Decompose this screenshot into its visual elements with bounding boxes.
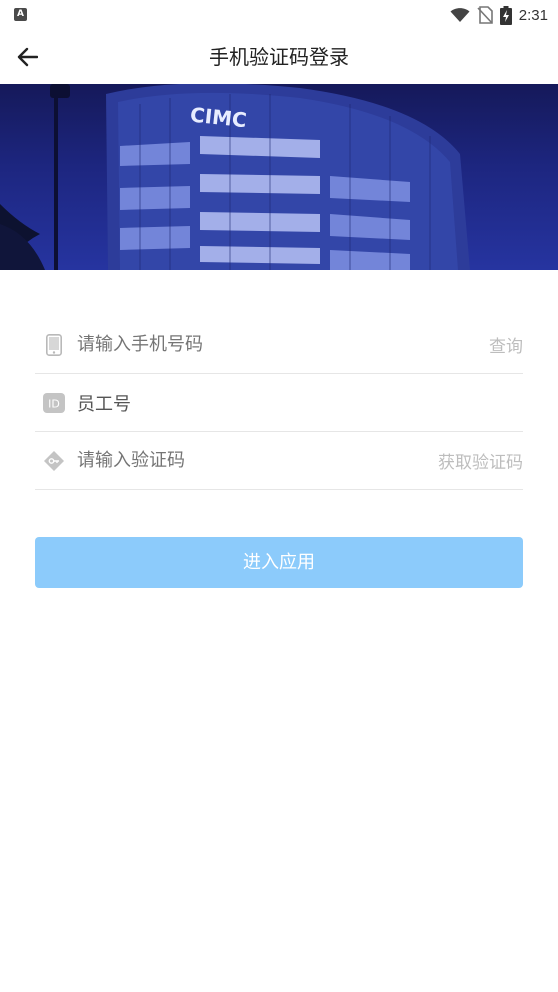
back-button[interactable] — [10, 40, 44, 74]
employee-id-field[interactable]: 员工号 — [77, 390, 523, 416]
page-title: 手机验证码登录 — [209, 45, 349, 69]
status-time: 2:31 — [518, 6, 548, 24]
arrow-left-icon — [17, 47, 38, 67]
phone-icon — [43, 333, 65, 356]
enter-app-button[interactable]: 进入应用 — [35, 537, 523, 588]
notification-icon: A — [14, 8, 27, 21]
id-badge-icon: ID — [43, 392, 65, 414]
query-button[interactable]: 查询 — [489, 332, 523, 357]
wifi-icon — [450, 8, 470, 22]
login-form: 查询 ID 员工号 获取验证码 — [35, 316, 523, 490]
code-input[interactable] — [77, 450, 438, 471]
phone-row: 查询 — [35, 316, 523, 374]
title-bar: 手机验证码登录 — [0, 30, 558, 84]
svg-text:ID: ID — [48, 397, 60, 410]
employee-id-row: ID 员工号 — [35, 374, 523, 432]
battery-charging-icon — [499, 5, 512, 25]
get-code-button[interactable]: 获取验证码 — [438, 448, 523, 473]
code-row: 获取验证码 — [35, 432, 523, 490]
phone-input[interactable] — [77, 334, 489, 355]
status-icons: 2:31 — [450, 4, 548, 26]
no-sim-icon — [477, 6, 493, 24]
shield-key-icon — [43, 450, 65, 472]
banner-image: CIMC — [0, 84, 558, 270]
status-bar: A 2:31 — [0, 0, 558, 30]
